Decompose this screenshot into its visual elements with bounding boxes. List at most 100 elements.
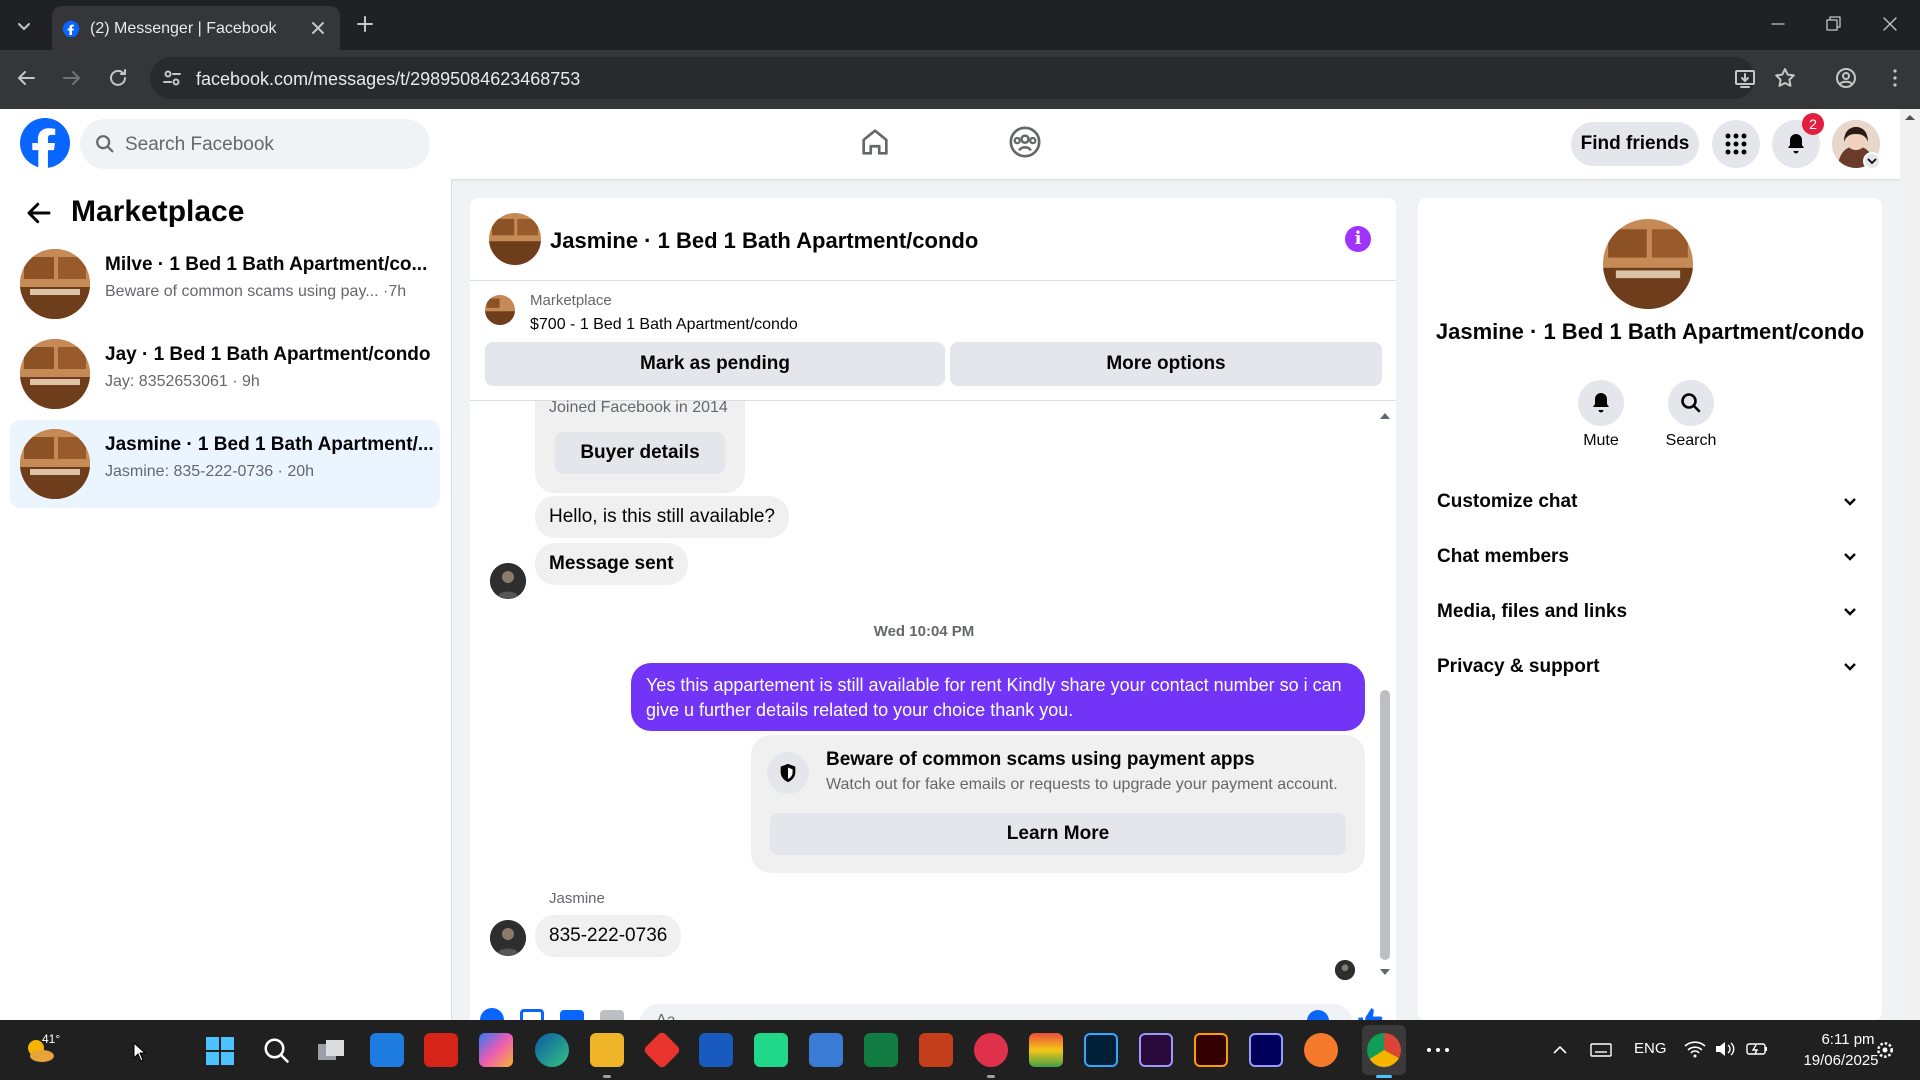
listing-thumbnail: [20, 429, 90, 499]
chat-title[interactable]: Jasmine · 1 Bed 1 Bath Apartment/condo: [550, 228, 978, 254]
mute-button[interactable]: [1578, 380, 1624, 426]
browser-menu-icon[interactable]: [1883, 66, 1907, 90]
chevron-up-icon[interactable]: [1550, 1042, 1570, 1058]
customize-chat-row[interactable]: Customize chat: [1437, 481, 1867, 521]
keyboard-icon[interactable]: [1590, 1042, 1612, 1058]
info-icon[interactable]: i: [1345, 226, 1371, 252]
message-bubble: Hello, is this still available?: [535, 496, 789, 538]
search-placeholder: Search Facebook: [125, 134, 274, 155]
restore-icon[interactable]: [1823, 14, 1843, 34]
task-view-icon[interactable]: [316, 1036, 346, 1066]
bookmark-star-icon[interactable]: [1773, 66, 1797, 90]
details-name: Jasmine · 1 Bed 1 Bath Apartment/condo: [1435, 319, 1865, 344]
edge-app-icon[interactable]: [535, 1033, 569, 1067]
settings-gear-icon[interactable]: [1875, 1040, 1895, 1060]
back-arrow-icon[interactable]: [24, 198, 54, 228]
privacy-support-row[interactable]: Privacy & support: [1437, 646, 1867, 686]
volume-icon[interactable]: [1714, 1040, 1736, 1058]
chat-members-row[interactable]: Chat members: [1437, 536, 1867, 576]
grid-icon: [1725, 133, 1747, 155]
menu-grid-button[interactable]: [1712, 120, 1760, 168]
conversation-item[interactable]: Milve · 1 Bed 1 Bath Apartment/co... Bew…: [10, 240, 440, 328]
conversation-item-active[interactable]: Jasmine · 1 Bed 1 Bath Apartment/... Jas…: [10, 420, 440, 508]
chat-header-avatar[interactable]: [489, 213, 541, 265]
facebook-search-input[interactable]: Search Facebook: [80, 119, 430, 169]
excel-app-icon[interactable]: [864, 1033, 898, 1067]
profile-icon[interactable]: [1834, 66, 1858, 90]
media-files-links-row[interactable]: Media, files and links: [1437, 591, 1867, 631]
install-app-icon[interactable]: [1733, 66, 1757, 90]
close-window-icon[interactable]: [1880, 14, 1900, 34]
scroll-down-icon[interactable]: [1378, 966, 1392, 978]
more-apps-icon[interactable]: [1425, 1040, 1451, 1060]
illustrator-app-icon[interactable]: [1194, 1033, 1228, 1067]
listing-title[interactable]: $700 - 1 Bed 1 Bath Apartment/condo: [530, 316, 798, 334]
windows-start-icon[interactable]: [205, 1036, 235, 1066]
buyer-details-button[interactable]: Buyer details: [555, 432, 725, 474]
blender-app-icon[interactable]: [1304, 1033, 1338, 1067]
wifi-icon[interactable]: [1684, 1040, 1706, 1058]
chat-scrollbar-thumb[interactable]: [1380, 690, 1390, 960]
bluestacks-app-icon[interactable]: [1029, 1033, 1063, 1067]
paint-app-icon[interactable]: [370, 1033, 404, 1067]
new-tab-icon[interactable]: [355, 14, 375, 34]
shield-icon: [767, 752, 809, 794]
listing-thumbnail: [20, 339, 90, 409]
weather-temp: 41°: [42, 1032, 61, 1046]
recorder-app-icon[interactable]: [974, 1033, 1008, 1067]
taskbar-search-icon[interactable]: [262, 1036, 292, 1066]
reload-icon[interactable]: [106, 66, 130, 90]
page-scrollbar[interactable]: [1900, 109, 1920, 1020]
message-timestamp: Wed 10:04 PM: [873, 623, 975, 640]
url-text[interactable]: facebook.com/messages/t/2989508462346875…: [196, 69, 580, 90]
copilot-app-icon[interactable]: [479, 1033, 513, 1067]
search-icon: [1681, 393, 1701, 413]
more-options-button[interactable]: More options: [950, 342, 1382, 386]
chrome-app-icon[interactable]: [1367, 1033, 1401, 1067]
learn-more-button[interactable]: Learn More: [770, 813, 1346, 855]
chevron-down-icon: [1844, 608, 1856, 616]
conversation-preview: Jay: 8352653061 · 9h: [105, 373, 260, 390]
conversation-preview: Beware of common scams using pay... ·7h: [105, 283, 407, 300]
listing-thumbnail: [20, 249, 90, 319]
bell-icon: [1788, 134, 1804, 154]
site-info-icon[interactable]: [162, 68, 182, 88]
close-tab-icon[interactable]: [310, 20, 326, 36]
notification-badge: 2: [1802, 113, 1824, 135]
home-icon[interactable]: [858, 125, 892, 159]
after-effects-app-icon[interactable]: [1249, 1033, 1283, 1067]
details-avatar[interactable]: [1603, 219, 1693, 309]
scam-title: Beware of common scams using payment app…: [826, 749, 1255, 770]
active-indicator: [1376, 1075, 1392, 1078]
search-conversation-button[interactable]: [1668, 380, 1714, 426]
photoshop-app-icon[interactable]: [1084, 1033, 1118, 1067]
conversation-item[interactable]: Jay · 1 Bed 1 Bath Apartment/condo Jay: …: [10, 330, 440, 418]
browser-tab-messenger[interactable]: (2) Messenger | Facebook: [52, 6, 340, 50]
joined-text: Joined Facebook in 2014: [549, 399, 728, 416]
acrobat-app-icon[interactable]: [424, 1033, 458, 1067]
back-arrow-icon[interactable]: [14, 66, 38, 90]
pycharm-app-icon[interactable]: [754, 1033, 788, 1067]
sender-avatar[interactable]: [490, 563, 526, 599]
premiere-app-icon[interactable]: [1139, 1033, 1173, 1067]
app-icon[interactable]: [809, 1033, 843, 1067]
word-app-icon[interactable]: [699, 1033, 733, 1067]
search-icon: [94, 133, 116, 155]
groups-icon[interactable]: [1008, 125, 1042, 159]
minimize-icon[interactable]: [1768, 14, 1788, 34]
mark-as-pending-button[interactable]: Mark as pending: [485, 342, 945, 386]
scroll-up-icon: [1905, 115, 1915, 120]
account-chevron-icon[interactable]: [1863, 152, 1881, 170]
forward-arrow-icon[interactable]: [60, 66, 84, 90]
sender-avatar[interactable]: [490, 920, 526, 956]
language-indicator[interactable]: ENG: [1634, 1040, 1667, 1057]
tab-search-icon[interactable]: [12, 14, 36, 38]
find-friends-button[interactable]: Find friends: [1571, 122, 1699, 166]
facebook-logo-icon[interactable]: [20, 118, 70, 168]
outgoing-message-bubble: Yes this appartement is still available …: [631, 663, 1365, 731]
divider: [470, 280, 1396, 281]
battery-icon[interactable]: [1746, 1040, 1768, 1058]
file-explorer-icon[interactable]: [590, 1033, 624, 1067]
powerpoint-app-icon[interactable]: [919, 1033, 953, 1067]
listing-mini-thumbnail: [485, 295, 515, 325]
